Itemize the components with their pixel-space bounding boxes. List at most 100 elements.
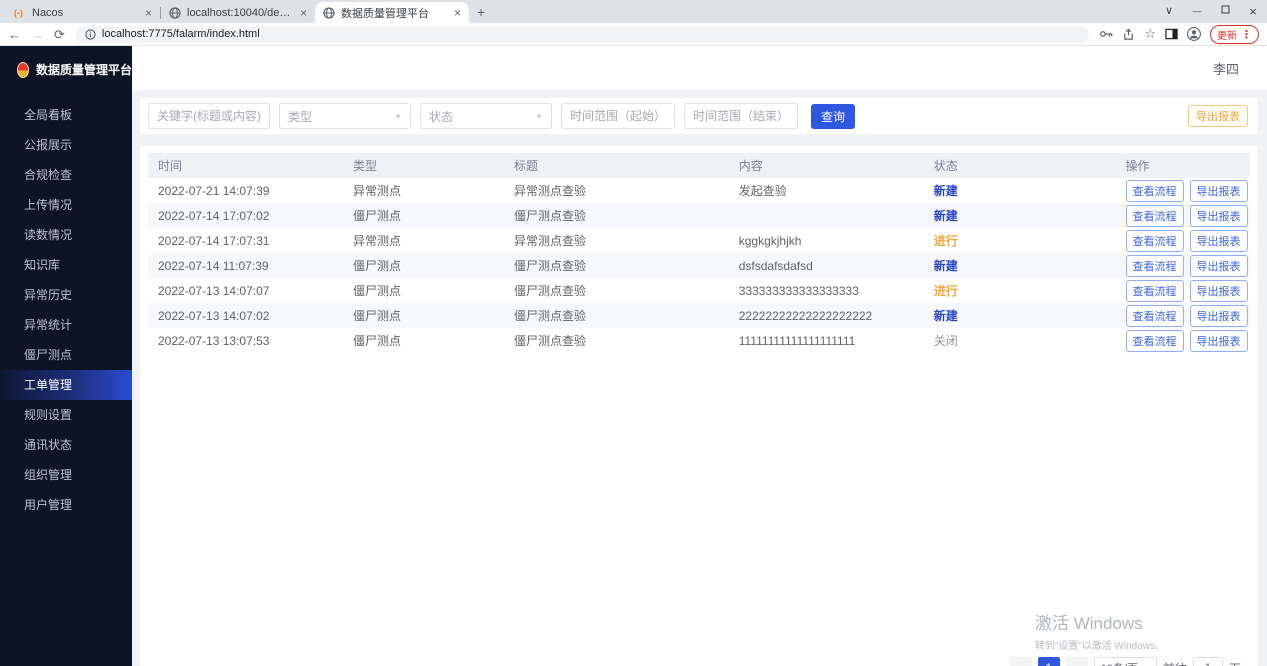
cell-time: 2022-07-13 14:07:07 xyxy=(148,278,343,303)
time-range-start-input[interactable] xyxy=(561,103,675,129)
address-bar[interactable]: localhost:7775/falarm/index.html xyxy=(75,26,1089,43)
pagination-page-1[interactable]: 1 xyxy=(1038,657,1060,666)
view-process-button[interactable]: 查看流程 xyxy=(1126,305,1184,327)
password-key-icon[interactable] xyxy=(1099,28,1113,40)
sidebar-item-7[interactable]: 异常统计 xyxy=(0,310,132,340)
tab-close-icon[interactable]: × xyxy=(300,7,307,19)
sidebar-nav: 全局看板公报展示合规检查上传情况读数情况知识库异常历史异常统计僵尸测点工单管理规… xyxy=(0,100,132,520)
page-size-value: 10条/页 xyxy=(1101,660,1138,666)
pagination-next-button[interactable]: › xyxy=(1066,657,1088,666)
window-minimize-button[interactable]: — xyxy=(1183,0,1211,23)
col-header-title: 标题 xyxy=(504,153,729,178)
sidebar-item-5[interactable]: 知识库 xyxy=(0,250,132,280)
sidebar-item-12[interactable]: 组织管理 xyxy=(0,460,132,490)
sidebar-item-6[interactable]: 异常历史 xyxy=(0,280,132,310)
pagination-jump-input[interactable]: 1 xyxy=(1193,657,1223,666)
cell-title: 僵尸测点查验 xyxy=(504,328,729,353)
sidebar: 数据质量管理平台 全局看板公报展示合规检查上传情况读数情况知识库异常历史异常统计… xyxy=(0,46,132,666)
type-select[interactable]: 类型 ▼ xyxy=(279,103,411,129)
time-range-end-input[interactable] xyxy=(684,103,798,129)
sidebar-item-11[interactable]: 通讯状态 xyxy=(0,430,132,460)
url-text: localhost:7775/falarm/index.html xyxy=(102,28,260,40)
export-report-row-button[interactable]: 导出报表 xyxy=(1190,330,1248,352)
app-logo-icon xyxy=(17,62,29,78)
table-row-6: 2022-07-13 13:07:53僵尸测点僵尸测点查验11111111111… xyxy=(148,328,1250,353)
sidebar-item-10[interactable]: 规则设置 xyxy=(0,400,132,430)
view-process-button[interactable]: 查看流程 xyxy=(1126,205,1184,227)
share-icon[interactable] xyxy=(1122,28,1135,41)
export-report-row-button[interactable]: 导出报表 xyxy=(1190,255,1248,277)
export-report-button[interactable]: 导出报表 xyxy=(1188,105,1248,127)
export-report-row-button[interactable]: 导出报表 xyxy=(1190,280,1248,302)
current-user-name[interactable]: 李四 xyxy=(1213,59,1239,78)
sidebar-item-9[interactable]: 工单管理 xyxy=(0,370,132,400)
cell-status: 关闭 xyxy=(924,328,1116,353)
table-row-2: 2022-07-14 17:07:31异常测点异常测点查验kggkgkjhjkh… xyxy=(148,228,1250,253)
pagination-jump-label: 前往 xyxy=(1163,660,1187,666)
cell-operations: 查看流程导出报表 xyxy=(1116,253,1250,278)
cell-status: 新建 xyxy=(924,303,1116,328)
new-tab-button[interactable]: + xyxy=(477,4,485,20)
cell-status: 进行 xyxy=(924,278,1116,303)
browser-menu-chevron-icon[interactable]: ∨ xyxy=(1155,0,1183,23)
tab-data-quality-platform[interactable]: 数据质量管理平台 × xyxy=(315,2,469,23)
export-report-row-button[interactable]: 导出报表 xyxy=(1190,230,1248,252)
cell-content: 333333333333333333 xyxy=(729,278,924,303)
top-header: 李四 xyxy=(132,46,1267,90)
view-process-button[interactable]: 查看流程 xyxy=(1126,180,1184,202)
cell-content: kggkgkjhjkh xyxy=(729,228,924,253)
sidebar-item-1[interactable]: 公报展示 xyxy=(0,130,132,160)
cell-title: 异常测点查验 xyxy=(504,178,729,203)
search-button[interactable]: 查询 xyxy=(811,104,855,129)
cell-content: 11111111111111111111 xyxy=(729,328,924,353)
tab-close-icon[interactable]: × xyxy=(145,7,152,19)
cell-time: 2022-07-14 11:07:39 xyxy=(148,253,343,278)
tab-close-icon[interactable]: × xyxy=(454,7,461,19)
profile-avatar-icon[interactable] xyxy=(1187,27,1201,41)
type-select-placeholder: 类型 xyxy=(288,108,312,125)
sidebar-item-8[interactable]: 僵尸测点 xyxy=(0,340,132,370)
cell-time: 2022-07-13 14:07:02 xyxy=(148,303,343,328)
export-report-row-button[interactable]: 导出报表 xyxy=(1190,180,1248,202)
back-button[interactable]: ← xyxy=(8,28,21,41)
tab-nacos[interactable]: (-) Nacos × xyxy=(6,2,160,23)
tab-title: Nacos xyxy=(32,7,139,19)
window-maximize-button[interactable] xyxy=(1211,0,1239,23)
export-report-row-button[interactable]: 导出报表 xyxy=(1190,205,1248,227)
forward-button[interactable]: → xyxy=(31,28,44,41)
filter-bar: 类型 ▼ 状态 ▼ 查询 导出报表 xyxy=(140,98,1258,134)
keyword-input[interactable] xyxy=(148,103,270,129)
view-process-button[interactable]: 查看流程 xyxy=(1126,255,1184,277)
cell-status: 新建 xyxy=(924,253,1116,278)
table-row-3: 2022-07-14 11:07:39僵尸测点僵尸测点查验dsfsdafsdaf… xyxy=(148,253,1250,278)
side-panel-icon[interactable] xyxy=(1165,28,1178,40)
cell-title: 僵尸测点查验 xyxy=(504,253,729,278)
cell-title: 僵尸测点查验 xyxy=(504,203,729,228)
browser-menu-kebab-icon[interactable]: ⋮ xyxy=(1241,28,1252,41)
status-select[interactable]: 状态 ▼ xyxy=(420,103,552,129)
cell-operations: 查看流程导出报表 xyxy=(1116,278,1250,303)
chevron-down-icon: ▼ xyxy=(535,112,543,119)
app-logo-row: 数据质量管理平台 xyxy=(0,46,132,92)
table-row-0: 2022-07-21 14:07:39异常测点异常测点查验发起查验新建查看流程导… xyxy=(148,178,1250,203)
view-process-button[interactable]: 查看流程 xyxy=(1126,330,1184,352)
sidebar-item-13[interactable]: 用户管理 xyxy=(0,490,132,520)
sidebar-item-0[interactable]: 全局看板 xyxy=(0,100,132,130)
view-process-button[interactable]: 查看流程 xyxy=(1126,280,1184,302)
reload-button[interactable]: ⟳ xyxy=(54,28,65,41)
cell-content xyxy=(729,203,924,228)
window-close-button[interactable]: × xyxy=(1239,0,1267,23)
view-process-button[interactable]: 查看流程 xyxy=(1126,230,1184,252)
chrome-update-button[interactable]: 更新 ⋮ xyxy=(1210,25,1259,44)
sidebar-item-2[interactable]: 合规检查 xyxy=(0,160,132,190)
cell-type: 僵尸测点 xyxy=(343,328,504,353)
page-size-select[interactable]: 10条/页 ▼ xyxy=(1094,657,1157,666)
tab-localhost-demo[interactable]: localhost:10040/demo/psjdbc × xyxy=(161,2,315,23)
page-info-icon[interactable] xyxy=(85,29,96,40)
sidebar-item-3[interactable]: 上传情况 xyxy=(0,190,132,220)
bookmark-star-icon[interactable]: ☆ xyxy=(1144,26,1156,42)
export-report-row-button[interactable]: 导出报表 xyxy=(1190,305,1248,327)
sidebar-item-4[interactable]: 读数情况 xyxy=(0,220,132,250)
table-row-4: 2022-07-13 14:07:07僵尸测点僵尸测点查验33333333333… xyxy=(148,278,1250,303)
pagination-prev-button[interactable]: ‹ xyxy=(1010,657,1032,666)
